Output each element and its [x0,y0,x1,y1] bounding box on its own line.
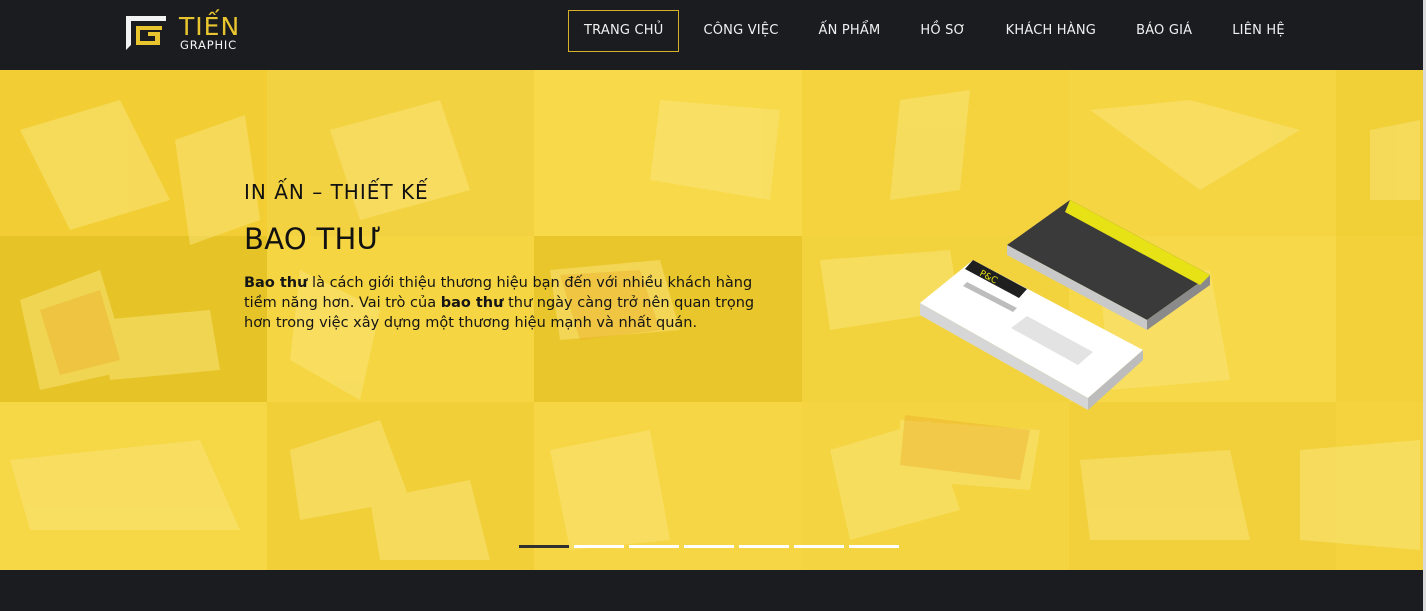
site-header: TIẾN GRAPHIC TRANG CHỦ CÔNG VIỆC ẤN PHẨM… [0,0,1426,70]
main-nav: TRANG CHỦ CÔNG VIỆC ẤN PHẨM HỒ SƠ KHÁCH … [568,10,1309,52]
brand-subtitle: GRAPHIC [180,38,237,52]
desc-bold-1: Bao thư [244,275,308,291]
nav-item-ho-so[interactable]: HỒ SƠ [904,10,981,52]
nav-item-cong-viec[interactable]: CÔNG VIỆC [687,10,794,52]
hero-description: Bao thư là cách giới thiệu thương hiệu b… [244,273,764,333]
nav-item-trang-chu[interactable]: TRANG CHỦ [568,10,680,52]
nav-item-khach-hang[interactable]: KHÁCH HÀNG [990,10,1112,52]
brand-title: TIẾN [179,12,241,41]
slider-dot-4[interactable] [684,545,734,548]
desc-bold-2: bao thư [440,295,504,311]
logo[interactable]: TIẾN GRAPHIC [126,12,256,54]
content-band [0,570,1423,611]
logo-mark-icon [126,16,166,50]
slider-dot-7[interactable] [849,545,899,548]
nav-item-bao-gia[interactable]: BÁO GIÁ [1120,10,1208,52]
hero-slider: IN ẤN – THIẾT KẾ BAO THƯ Bao thư là cách… [0,70,1423,570]
envelope-mockup-image: P&C [920,200,1210,410]
hero-kicker: IN ẤN – THIẾT KẾ [244,180,429,204]
nav-item-lien-he[interactable]: LIÊN HỆ [1216,10,1301,52]
slider-indicators [519,545,904,548]
slider-dot-5[interactable] [739,545,789,548]
slider-dot-6[interactable] [794,545,844,548]
slider-dot-1[interactable] [519,545,569,548]
slider-dot-2[interactable] [574,545,624,548]
slider-dot-3[interactable] [629,545,679,548]
hero-title: BAO THƯ [244,222,382,256]
nav-item-an-pham[interactable]: ẤN PHẨM [803,10,897,52]
